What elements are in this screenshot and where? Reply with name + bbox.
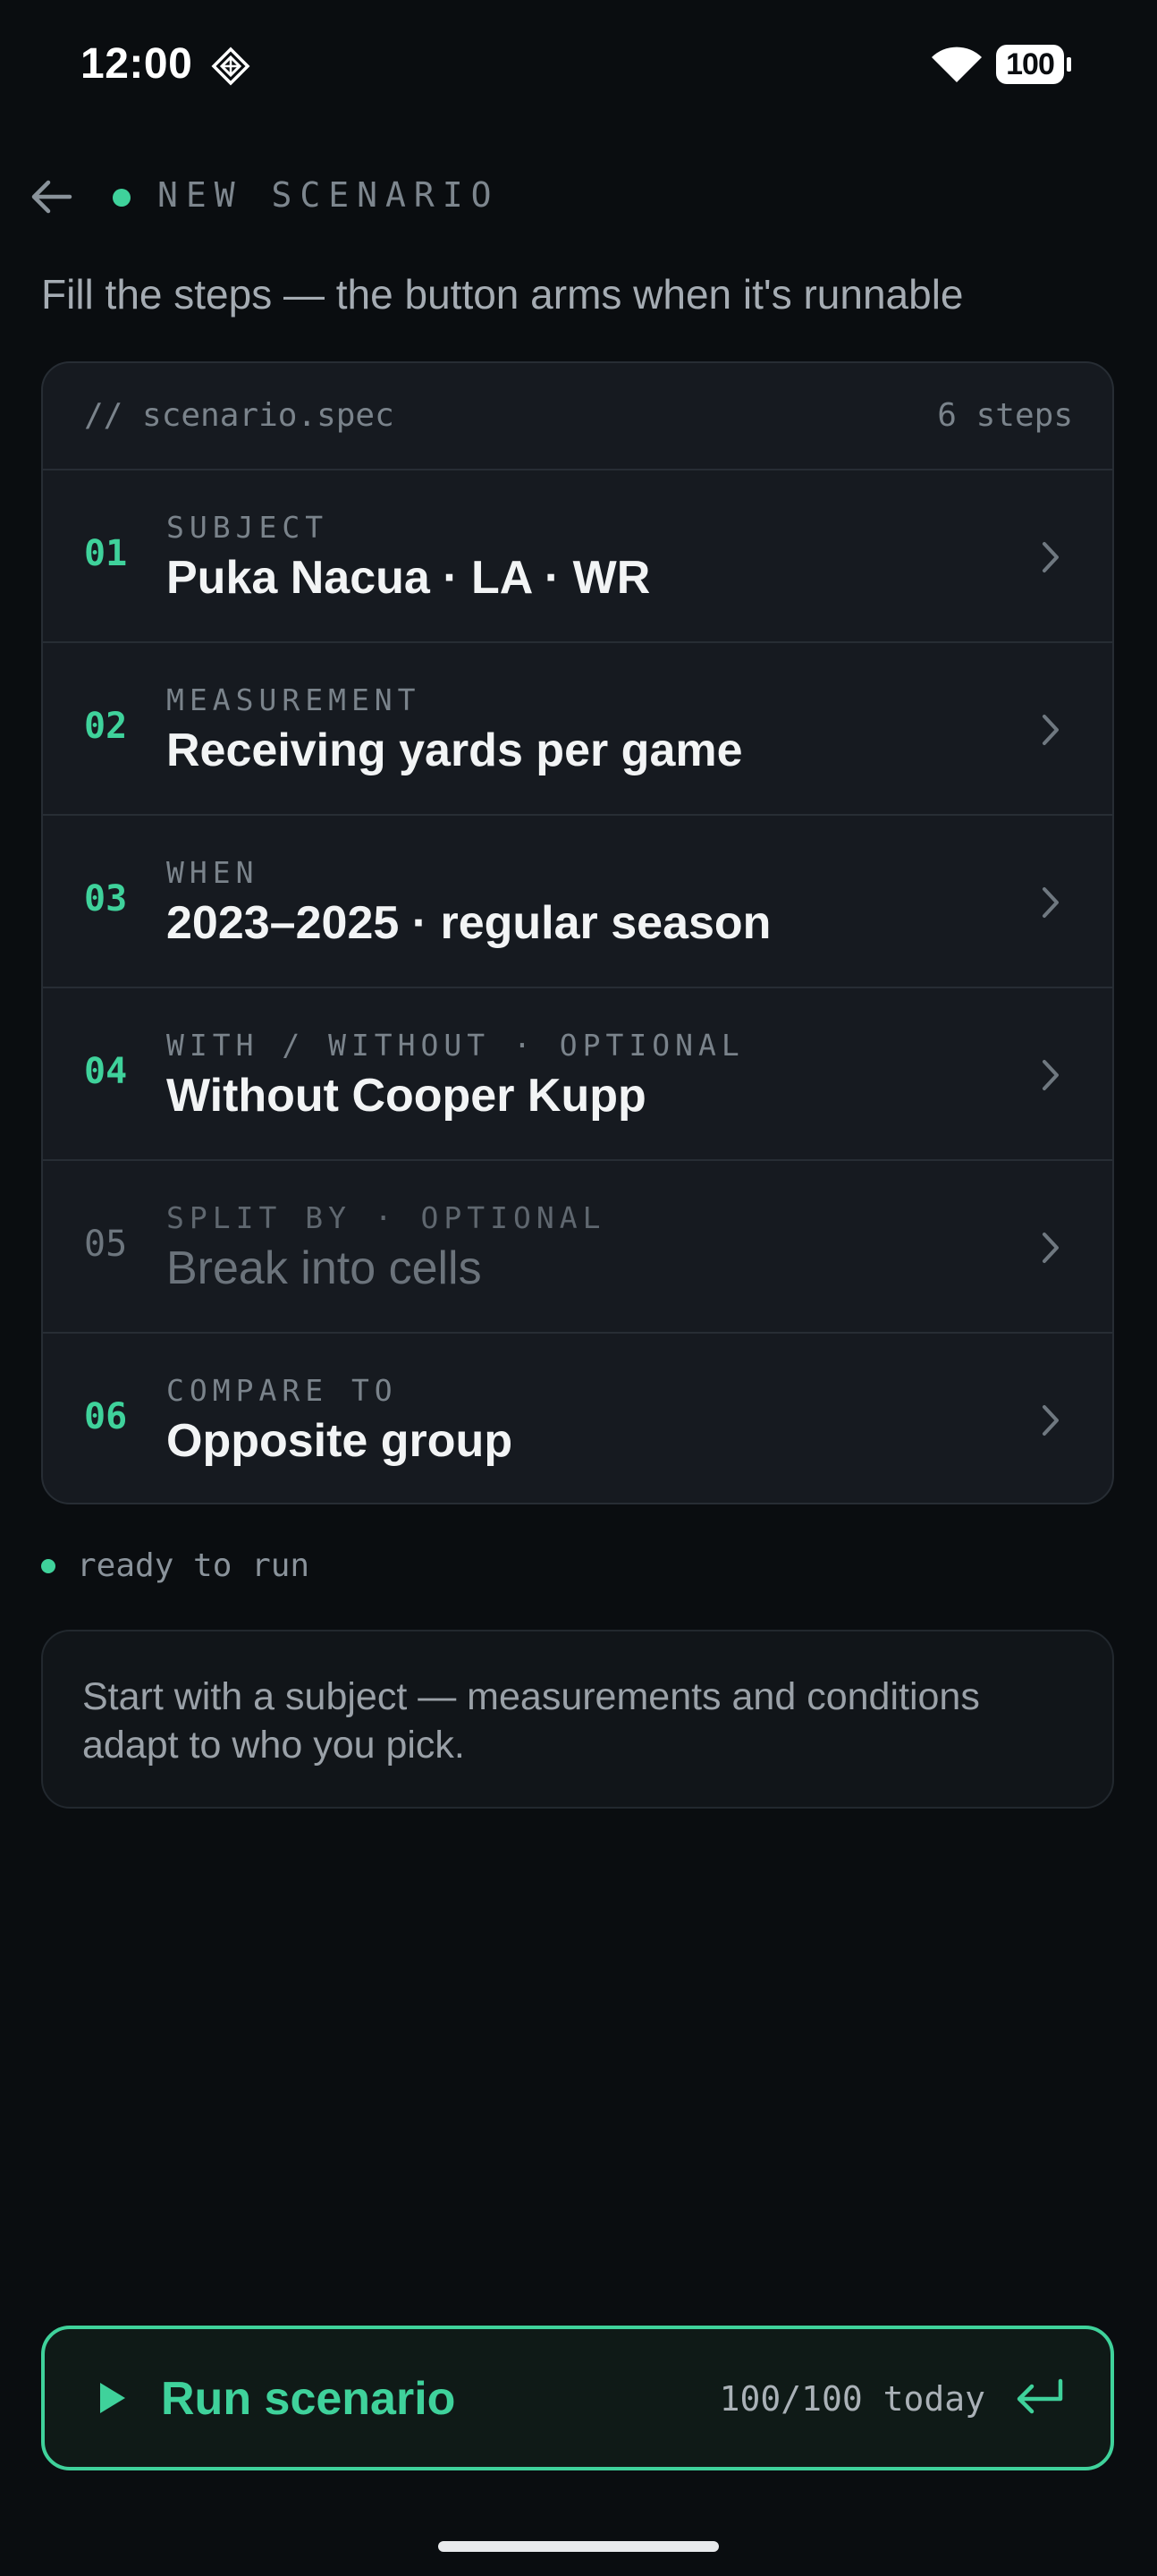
play-icon: [100, 2383, 125, 2413]
step-number: 01: [84, 533, 128, 574]
status-dot: [113, 189, 131, 207]
run-button-label: Run scenario: [161, 2373, 456, 2425]
home-indicator[interactable]: [438, 2541, 719, 2552]
chevron-right-icon: [1043, 1405, 1059, 1436]
step-label: SUBJECT: [166, 510, 329, 545]
scenario-spec-card: // scenario.spec 6 steps 01 SUBJECT Puka…: [41, 361, 1114, 1504]
step-value: Puka Nacua · LA · WR: [166, 552, 651, 604]
ready-indicator-dot: [41, 1559, 55, 1573]
step-label: WHEN: [166, 855, 259, 890]
ready-status-text: ready to run: [77, 1547, 310, 1584]
step-subject[interactable]: 01 SUBJECT Puka Nacua · LA · WR: [43, 470, 1112, 643]
step-number: 02: [84, 706, 128, 747]
spec-file-name: // scenario.spec: [84, 397, 394, 434]
step-split-by[interactable]: 05 SPLIT BY · OPTIONAL Break into cells: [43, 1161, 1112, 1334]
step-number: 04: [84, 1051, 128, 1092]
step-value: Receiving yards per game: [166, 724, 743, 776]
page-subtitle: Fill the steps — the button arms when it…: [41, 271, 964, 318]
battery-indicator: 100: [996, 45, 1071, 84]
step-when[interactable]: 03 WHEN 2023–2025 · regular season: [43, 816, 1112, 988]
status-time: 12:00: [80, 40, 193, 88]
page-title: NEW SCENARIO: [157, 175, 500, 215]
spec-header: // scenario.spec 6 steps: [43, 363, 1112, 470]
hint-text: Start with a subject — measurements and …: [82, 1675, 980, 1767]
chevron-right-icon: [1043, 542, 1059, 572]
run-quota: 100/100 today: [719, 2379, 985, 2419]
chevron-right-icon: [1043, 887, 1059, 918]
step-label: SPLIT BY · OPTIONAL: [166, 1200, 606, 1235]
hint-card: Start with a subject — measurements and …: [41, 1630, 1114, 1809]
status-bar: 12:00 100: [0, 0, 1157, 132]
wifi-icon: [932, 47, 982, 82]
step-measurement[interactable]: 02 MEASUREMENT Receiving yards per game: [43, 643, 1112, 816]
step-value: Without Cooper Kupp: [166, 1070, 646, 1122]
step-value: Opposite group: [166, 1415, 513, 1467]
step-number: 05: [84, 1224, 128, 1265]
step-value: 2023–2025 · regular season: [166, 897, 772, 949]
battery-level: 100: [996, 45, 1064, 84]
step-number: 06: [84, 1396, 128, 1437]
back-arrow-icon[interactable]: [27, 175, 75, 218]
step-with-without[interactable]: 04 WITH / WITHOUT · OPTIONAL Without Coo…: [43, 988, 1112, 1161]
step-label: COMPARE TO: [166, 1373, 398, 1408]
spec-step-count: 6 steps: [937, 397, 1073, 434]
chevron-right-icon: [1043, 715, 1059, 745]
step-value-placeholder: Break into cells: [166, 1242, 482, 1294]
diamond-icon: [211, 47, 250, 86]
enter-icon: [1017, 2378, 1063, 2414]
step-number: 03: [84, 878, 128, 919]
chevron-right-icon: [1043, 1233, 1059, 1263]
step-label: MEASUREMENT: [166, 682, 421, 717]
step-compare-to[interactable]: 06 COMPARE TO Opposite group: [43, 1334, 1112, 1503]
chevron-right-icon: [1043, 1060, 1059, 1090]
run-scenario-button[interactable]: Run scenario 100/100 today: [41, 2326, 1114, 2470]
step-label: WITH / WITHOUT · OPTIONAL: [166, 1028, 745, 1063]
